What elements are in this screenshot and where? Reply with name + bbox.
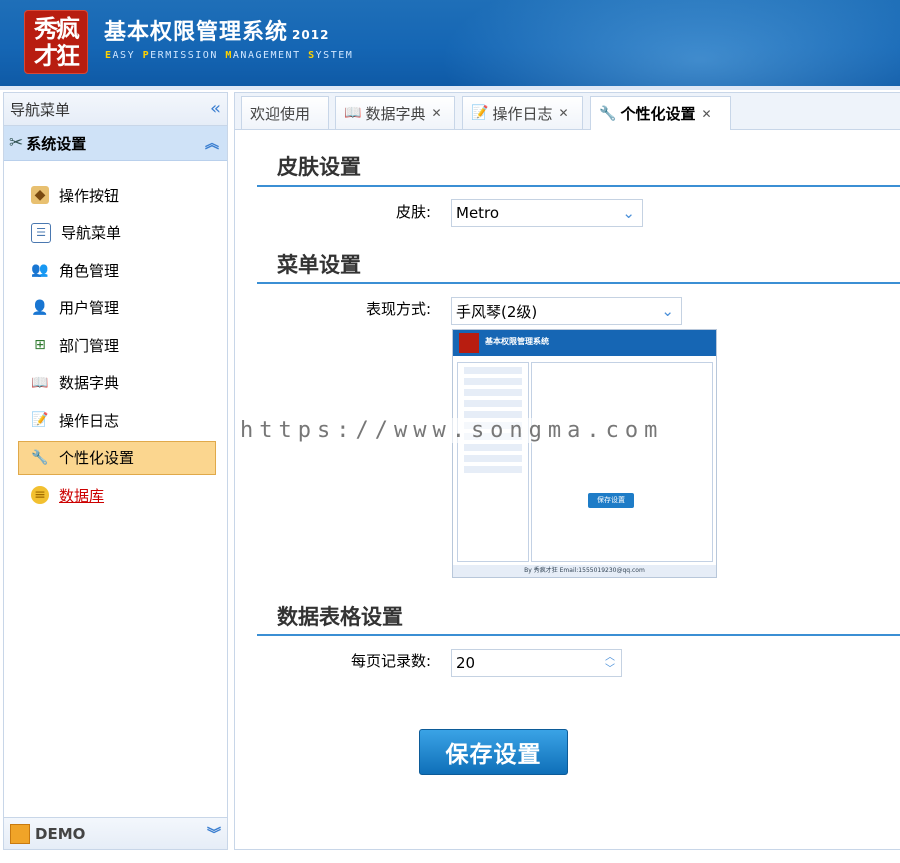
sidebar-group-system-settings[interactable]: ✂ 系统设置 ︽: [4, 126, 227, 161]
app-header: 秀疯 才狂 基本权限管理系统 2012 EASY PERMISSION MANAGE…: [0, 0, 900, 86]
skin-label: 皮肤:: [395, 203, 431, 221]
sidebar-item-label: 数据字典: [59, 374, 120, 392]
buttons-icon: ◆: [31, 186, 49, 204]
database-icon: ≡: [31, 486, 49, 504]
tools-icon: ✂: [9, 133, 24, 153]
sidebar-menu: ◆ 操作按钮 ☰ 导航菜单 👥 角色管理 👤 用户管理 ⊞ 部门管理 📖 数据字典 📝 操作日…: [18, 178, 216, 516]
sidebar-item-label: 用户管理: [59, 299, 120, 317]
section-divider: [257, 282, 900, 284]
save-settings-button[interactable]: 保存设置: [419, 729, 568, 775]
app-title: 基本权限管理系统 2012: [104, 20, 330, 45]
preview-sidebar: [457, 362, 529, 562]
roles-icon: 👥: [31, 262, 49, 278]
menu-style-select[interactable]: 手风琴(2级) ⌄: [451, 297, 682, 325]
sidebar-item-label: 导航菜单: [61, 224, 122, 242]
page-size-spinner[interactable]: 20 ︿ ﹀: [451, 649, 622, 677]
wrench-icon: 🔧: [599, 105, 617, 122]
sidebar-group-title: 系统设置: [26, 134, 87, 153]
sidebar-item-roles[interactable]: 👥 角色管理: [18, 253, 216, 287]
sidebar-item-label: 角色管理: [59, 261, 120, 280]
department-icon: ⊞: [34, 337, 46, 353]
dictionary-icon: 📖: [31, 374, 49, 391]
sidebar-item-database[interactable]: ≡ 数据库: [18, 478, 216, 512]
chevron-down-icon[interactable]: ⌄: [661, 302, 674, 320]
tab-label: 欢迎使用: [250, 104, 311, 123]
menu-icon: ☰: [31, 222, 51, 243]
tab-label: 数据字典: [365, 104, 426, 123]
main-panel: 欢迎使用 📖 数据字典 ✕ 📝 操作日志 ✕ 🔧 个性化设置 ✕ 皮肤设置 皮肤: Metr…: [234, 92, 900, 850]
menu-style-preview-image: 基本权限管理系统 保存设置 By 秀疯才狂 Email:1555019230@q…: [452, 329, 717, 578]
skin-select-value: Metro: [456, 204, 500, 222]
close-icon[interactable]: ✕: [701, 107, 711, 121]
sidebar-item-log[interactable]: 📝 操作日志: [18, 403, 216, 437]
dictionary-icon: 📖: [344, 105, 362, 121]
preview-logo: [459, 333, 479, 353]
users-icon: 👤: [31, 299, 49, 316]
sidebar-item-nav-menu[interactable]: ☰ 导航菜单: [18, 216, 216, 250]
preview-title: 基本权限管理系统: [485, 337, 549, 346]
sidebar: 导航菜单 « ✂ 系统设置 ︽ ◆ 操作按钮 ☰ 导航菜单 👥 角色管理 👤 用户管理 …: [3, 92, 228, 850]
menu-style-select-value: 手风琴(2级): [456, 302, 538, 321]
app-year: 2012: [292, 28, 330, 42]
sidebar-item-users[interactable]: 👤 用户管理: [18, 291, 216, 325]
chevron-down-icon[interactable]: ︾: [207, 824, 221, 844]
header-divider: [0, 86, 900, 90]
spin-down-icon[interactable]: ﹀: [605, 665, 615, 675]
tab-welcome[interactable]: 欢迎使用: [241, 96, 329, 129]
tab-label: 操作日志: [492, 104, 553, 123]
sidebar-item-label[interactable]: 数据库: [59, 485, 104, 506]
tab-log[interactable]: 📝 操作日志 ✕: [462, 96, 583, 129]
close-icon[interactable]: ✕: [431, 106, 441, 120]
preview-header: 基本权限管理系统: [453, 330, 716, 356]
app-subtitle: EASY PERMISSION MANAGEMENT SYSTEM: [105, 50, 354, 61]
menu-style-label: 表现方式:: [365, 300, 431, 318]
sidebar-header: 导航菜单 «: [4, 93, 227, 126]
tab-dictionary[interactable]: 📖 数据字典 ✕: [335, 96, 455, 129]
sidebar-item-personalization[interactable]: 🔧 个性化设置: [18, 440, 216, 475]
watermark: https://www.songma.com: [240, 418, 664, 443]
tab-label: 个性化设置: [620, 105, 696, 123]
skin-select[interactable]: Metro ⌄: [451, 199, 643, 227]
chevron-up-icon[interactable]: ︽: [205, 133, 219, 153]
sidebar-demo-group[interactable]: DEMO ︾: [4, 817, 227, 849]
spin-up-icon[interactable]: ︿: [605, 653, 615, 663]
section-divider: [257, 185, 900, 187]
sidebar-item-label: 部门管理: [59, 336, 120, 355]
tab-personalization[interactable]: 🔧 个性化设置 ✕: [590, 96, 731, 130]
grid-section-title: 数据表格设置: [277, 605, 403, 629]
sidebar-item-label: 操作日志: [59, 411, 120, 430]
sidebar-item-dictionary[interactable]: 📖 数据字典: [18, 366, 216, 400]
page-size-value: 20: [456, 654, 476, 672]
sidebar-title: 导航菜单: [10, 100, 71, 119]
collapse-left-icon[interactable]: «: [210, 100, 221, 118]
sidebar-item-departments[interactable]: ⊞ 部门管理: [18, 328, 216, 362]
menu-section-title: 菜单设置: [277, 253, 361, 277]
close-icon[interactable]: ✕: [558, 106, 568, 120]
sidebar-item-label: 操作按钮: [59, 186, 120, 205]
page-size-label: 每页记录数:: [350, 652, 431, 670]
sidebar-item-buttons[interactable]: ◆ 操作按钮: [18, 178, 216, 212]
section-divider: [257, 634, 900, 636]
app-logo: 秀疯 才狂: [24, 10, 88, 74]
chevron-down-icon[interactable]: ⌄: [622, 204, 635, 222]
wrench-icon: 🔧: [31, 449, 49, 466]
preview-save-button: 保存设置: [588, 493, 634, 508]
log-icon: 📝: [31, 412, 49, 428]
preview-main: 保存设置: [531, 362, 713, 562]
preview-footer: By 秀疯才狂 Email:1555019230@qq.com: [453, 565, 716, 577]
folder-icon: [10, 823, 30, 844]
skin-section-title: 皮肤设置: [277, 155, 361, 179]
log-icon: 📝: [471, 105, 489, 121]
tab-bar: 欢迎使用 📖 数据字典 ✕ 📝 操作日志 ✕ 🔧 个性化设置 ✕: [235, 93, 900, 130]
sidebar-item-label: 个性化设置: [59, 449, 135, 467]
demo-label: DEMO: [35, 824, 86, 843]
